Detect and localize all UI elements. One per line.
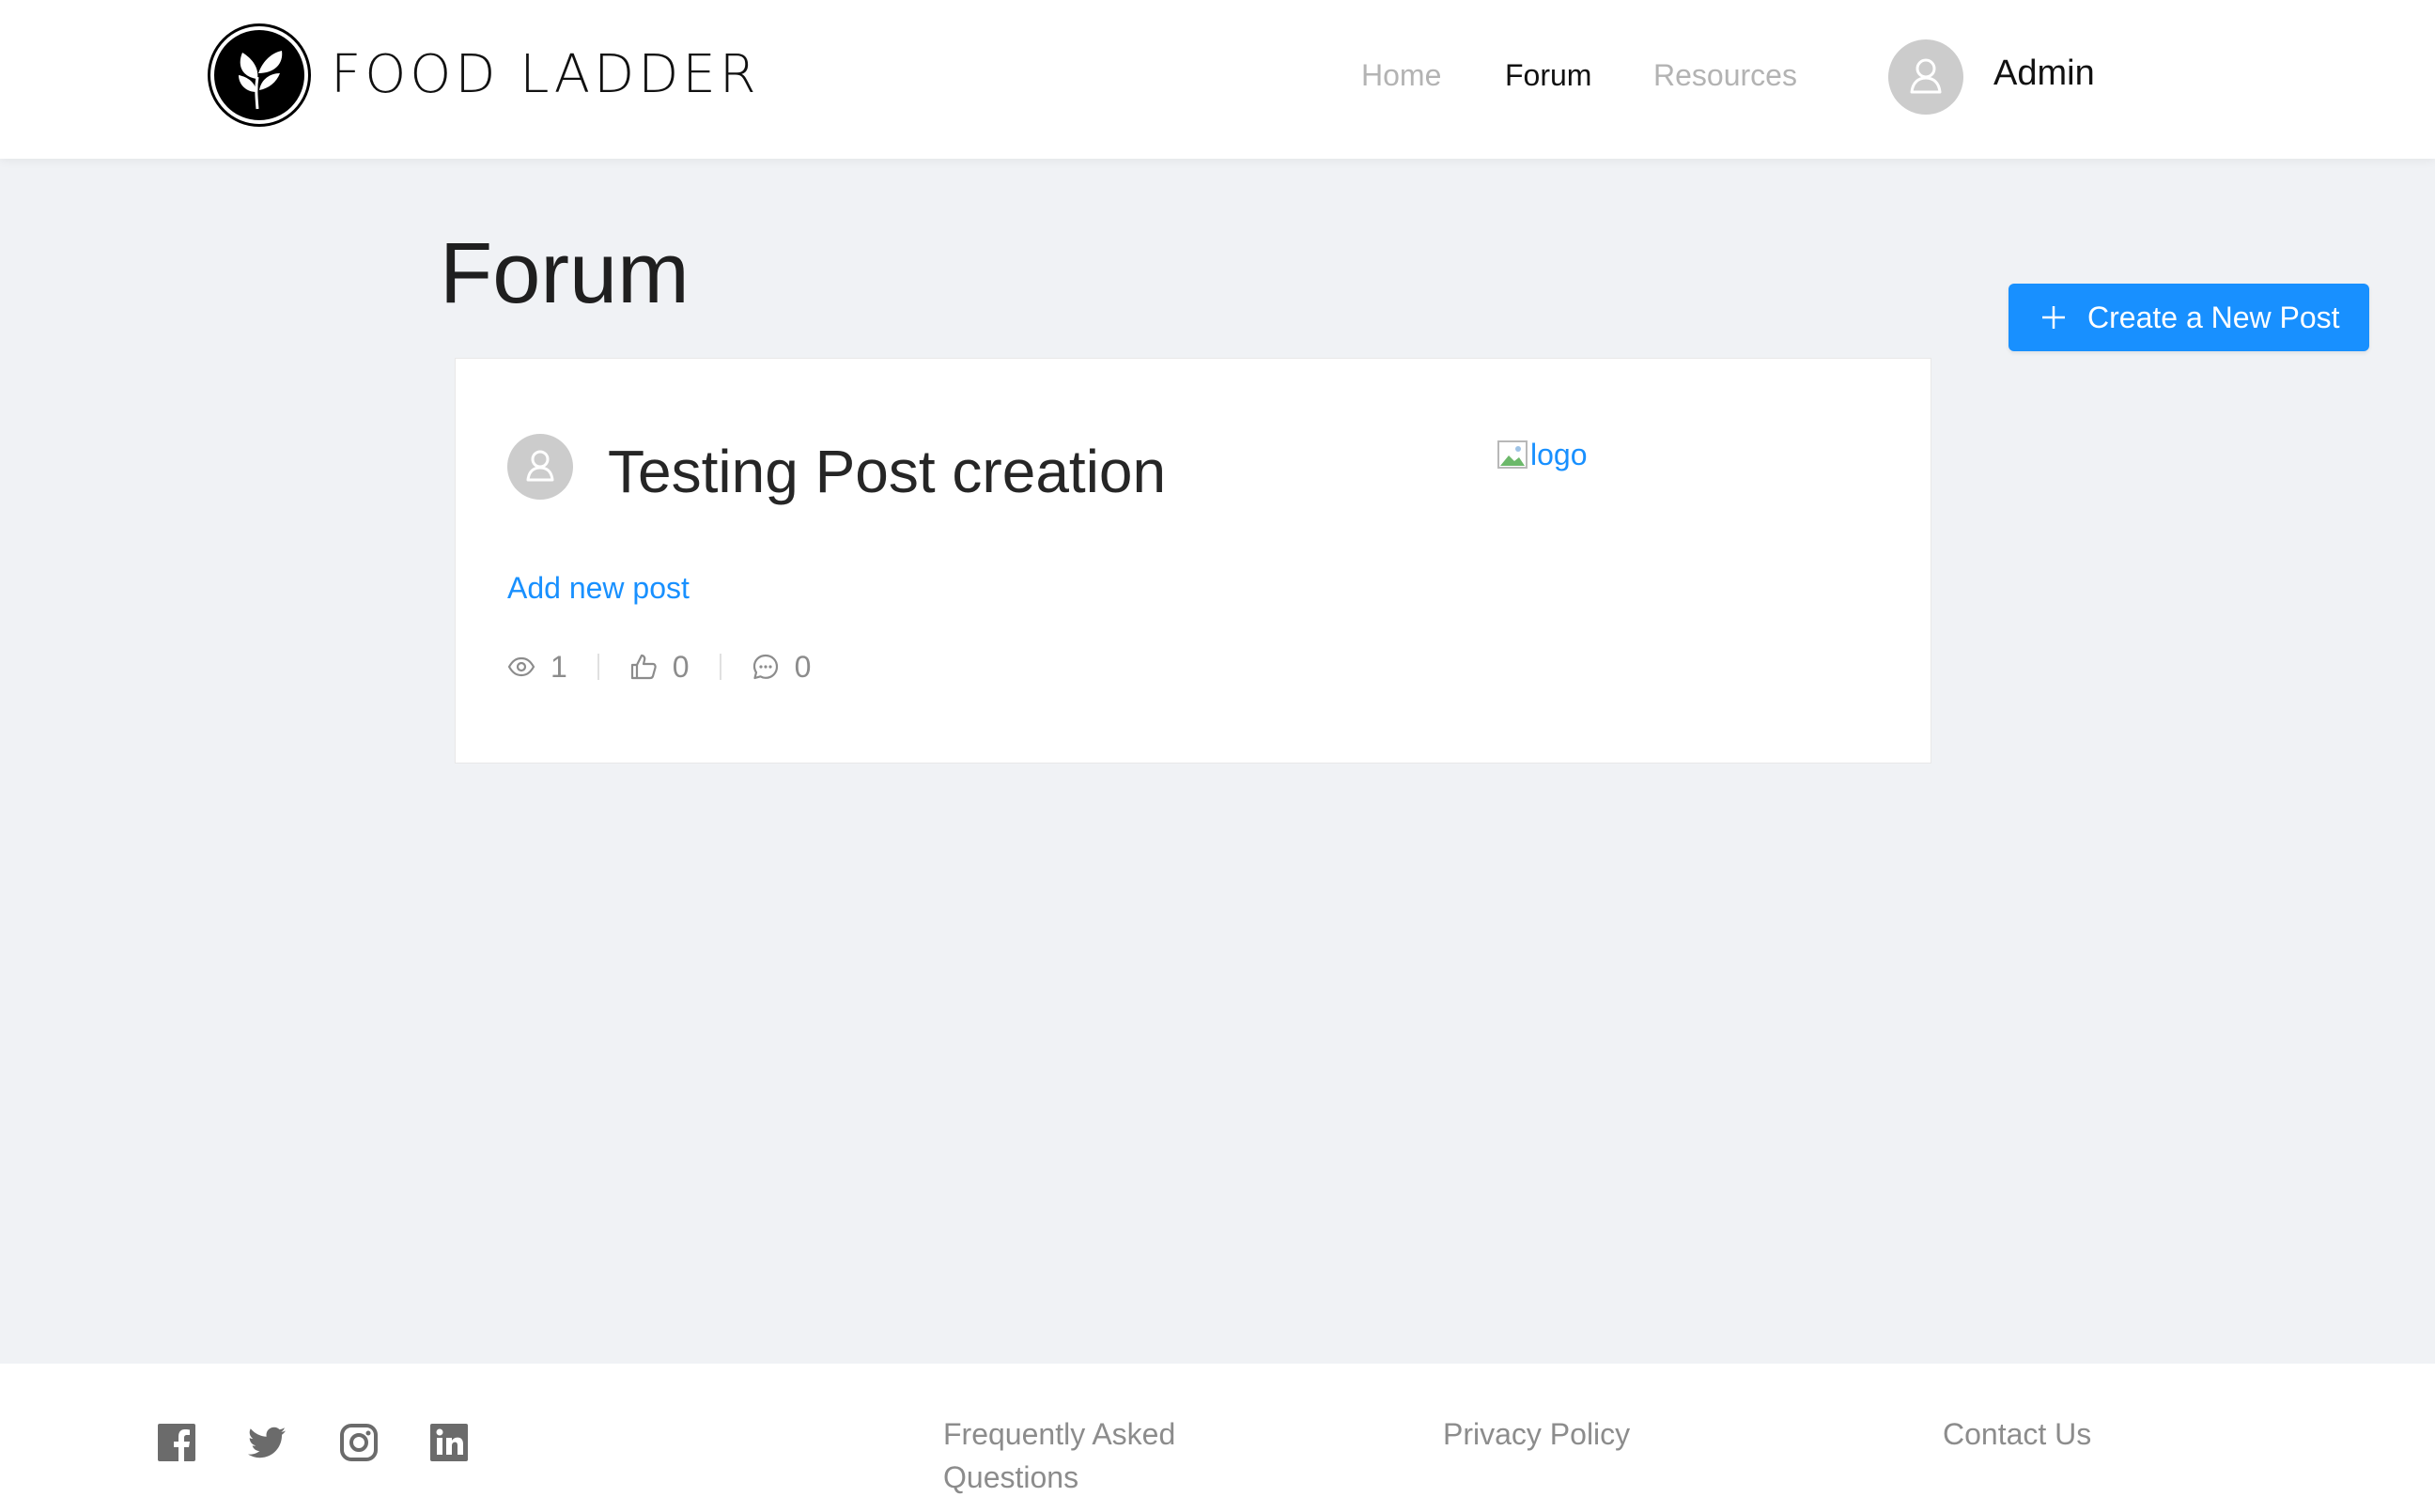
user-name[interactable]: Admin	[1993, 49, 2095, 98]
twitter-icon[interactable]	[246, 1422, 287, 1463]
stat-divider	[597, 654, 599, 680]
post-card[interactable]: Testing Post creation logo Add new post …	[455, 358, 1931, 764]
likes-stat[interactable]: 0	[629, 646, 690, 687]
comment-icon	[752, 654, 778, 680]
top-header: FOOD LADDER Home Forum Resources Admin	[0, 0, 2435, 159]
broken-image-icon	[1497, 439, 1528, 471]
views-count: 1	[551, 650, 567, 684]
stat-divider	[719, 654, 721, 680]
nav-resources[interactable]: Resources	[1653, 53, 1797, 98]
faq-link[interactable]: Frequently Asked Questions	[943, 1412, 1225, 1499]
create-new-post-label: Create a New Post	[2087, 301, 2340, 334]
nav-forum[interactable]: Forum	[1505, 53, 1591, 98]
food-ladder-logo-icon[interactable]	[210, 26, 308, 124]
instagram-icon[interactable]	[338, 1422, 380, 1463]
post-stats: 1 0 0	[507, 646, 811, 687]
facebook-icon[interactable]	[156, 1422, 197, 1463]
nav-home[interactable]: Home	[1361, 53, 1441, 98]
thumbs-up-icon	[630, 654, 657, 680]
contact-us-link[interactable]: Contact Us	[1943, 1412, 2091, 1456]
post-image-alt-text: logo	[1530, 438, 1588, 471]
page-title: Forum	[440, 225, 690, 321]
comments-stat[interactable]: 0	[752, 646, 812, 687]
plus-icon	[2042, 306, 2065, 329]
likes-count: 0	[672, 650, 690, 684]
privacy-policy-link[interactable]: Privacy Policy	[1443, 1412, 1630, 1456]
comments-count: 0	[794, 650, 812, 684]
user-avatar[interactable]	[1888, 39, 1963, 115]
post-title[interactable]: Testing Post creation	[608, 434, 1166, 509]
create-new-post-button[interactable]: Create a New Post	[2008, 284, 2369, 351]
views-stat[interactable]: 1	[507, 646, 567, 687]
eye-icon	[507, 656, 535, 677]
linkedin-icon[interactable]	[428, 1422, 470, 1463]
brand-name: FOOD LADDER	[331, 44, 760, 105]
user-icon	[1910, 58, 1942, 94]
add-new-post-link[interactable]: Add new post	[507, 567, 690, 609]
post-author-avatar	[507, 434, 573, 500]
user-icon	[526, 450, 554, 482]
post-image: logo	[1497, 434, 1588, 475]
footer: Frequently Asked Questions Privacy Polic…	[0, 1364, 2435, 1512]
